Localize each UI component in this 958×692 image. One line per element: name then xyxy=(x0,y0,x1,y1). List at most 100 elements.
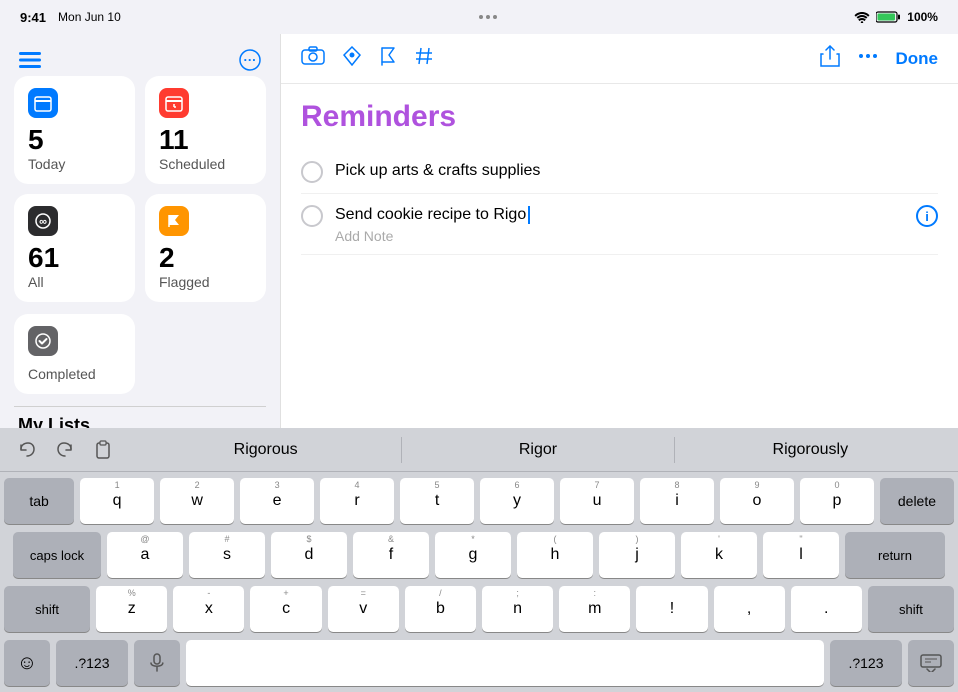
camera-icon[interactable] xyxy=(301,46,325,72)
svg-text:∞: ∞ xyxy=(39,216,47,228)
key-j-num: ) xyxy=(636,534,639,544)
hide-keyboard-key[interactable] xyxy=(908,640,954,686)
smart-list-today[interactable]: 10 5 Today xyxy=(14,76,135,184)
sidebar-toggle-button[interactable] xyxy=(14,44,46,76)
smart-list-flagged[interactable]: 2 Flagged xyxy=(145,194,266,302)
key-i-num: 8 xyxy=(674,480,679,490)
flagged-label: Flagged xyxy=(159,274,252,290)
status-time: 9:41 xyxy=(20,10,46,25)
reminder-checkbox-1[interactable] xyxy=(301,161,323,183)
key-r[interactable]: 4r xyxy=(320,478,394,524)
key-b-num: / xyxy=(439,588,442,598)
key-h[interactable]: (h xyxy=(517,532,593,578)
autocomplete-bar: Rigorous Rigor Rigorously xyxy=(0,428,958,472)
key-u-num: 7 xyxy=(595,480,600,490)
key-m[interactable]: :m xyxy=(559,586,630,632)
key-d[interactable]: $d xyxy=(271,532,347,578)
key-comma[interactable]: , xyxy=(714,586,785,632)
key-o[interactable]: 9o xyxy=(720,478,794,524)
suggestion-1[interactable]: Rigor xyxy=(402,437,674,463)
key-p[interactable]: 0p xyxy=(800,478,874,524)
smart-list-scheduled[interactable]: 11 Scheduled xyxy=(145,76,266,184)
key-b[interactable]: /b xyxy=(405,586,476,632)
key-y-num: 6 xyxy=(515,480,520,490)
key-s[interactable]: #s xyxy=(189,532,265,578)
redo-button[interactable] xyxy=(50,435,80,465)
numbers-key-right[interactable]: .?123 xyxy=(830,640,902,686)
key-exclaim[interactable]: ! xyxy=(636,586,707,632)
key-a[interactable]: @a xyxy=(107,532,183,578)
key-c-num: + xyxy=(283,588,288,598)
key-c[interactable]: +c xyxy=(250,586,321,632)
reminders-title: Reminders xyxy=(301,100,938,134)
suggestion-2[interactable]: Rigorously xyxy=(675,437,946,463)
suggestion-0[interactable]: Rigorous xyxy=(130,437,402,463)
undo-button[interactable] xyxy=(12,435,42,465)
key-f[interactable]: &f xyxy=(353,532,429,578)
key-e[interactable]: 3e xyxy=(240,478,314,524)
key-period[interactable]: . xyxy=(791,586,862,632)
key-a-num: @ xyxy=(140,534,149,544)
key-v-num: = xyxy=(361,588,366,598)
key-i[interactable]: 8i xyxy=(640,478,714,524)
capslock-key[interactable]: caps lock xyxy=(13,532,101,578)
sidebar-more-button[interactable]: ··· xyxy=(234,44,266,76)
status-dots xyxy=(479,15,497,19)
flag-icon[interactable] xyxy=(379,46,397,72)
reminder-item-1[interactable]: Pick up arts & crafts supplies xyxy=(301,150,938,194)
delete-key[interactable]: delete xyxy=(880,478,954,524)
key-v[interactable]: =v xyxy=(328,586,399,632)
key-t[interactable]: 5t xyxy=(400,478,474,524)
all-label: All xyxy=(28,274,121,290)
wifi-icon xyxy=(854,11,870,23)
key-m-num: : xyxy=(593,588,596,598)
autocomplete-actions xyxy=(12,435,118,465)
reminder-item-2[interactable]: Send cookie recipe to Rigo Add Note i xyxy=(301,194,938,255)
status-bar: 9:41 Mon Jun 10 100% xyxy=(0,0,958,34)
right-shift-key[interactable]: shift xyxy=(868,586,954,632)
reminder-info-button-2[interactable]: i xyxy=(916,205,938,227)
reminder-checkbox-2[interactable] xyxy=(301,205,323,227)
keyboard-area: Rigorous Rigor Rigorously tab 1q 2w 3e 4… xyxy=(0,428,958,692)
key-n[interactable]: ;n xyxy=(482,586,553,632)
return-key[interactable]: return xyxy=(845,532,945,578)
key-w-num: 2 xyxy=(195,480,200,490)
tab-key[interactable]: tab xyxy=(4,478,74,524)
key-l[interactable]: "l xyxy=(763,532,839,578)
svg-text:10: 10 xyxy=(39,103,48,112)
space-key[interactable] xyxy=(186,640,824,686)
numbers-key-left[interactable]: .?123 xyxy=(56,640,128,686)
autocomplete-suggestions: Rigorous Rigor Rigorously xyxy=(130,437,946,463)
reminder-text-1: Pick up arts & crafts supplies xyxy=(335,160,938,182)
key-q[interactable]: 1q xyxy=(80,478,154,524)
share-icon[interactable] xyxy=(820,45,840,73)
hashtag-icon[interactable] xyxy=(415,47,433,71)
mic-key[interactable] xyxy=(134,640,180,686)
reminder-note-2[interactable]: Add Note xyxy=(335,228,904,244)
paste-button[interactable] xyxy=(88,435,118,465)
key-s-num: # xyxy=(224,534,229,544)
key-k[interactable]: 'k xyxy=(681,532,757,578)
key-y[interactable]: 6y xyxy=(480,478,554,524)
done-button[interactable]: Done xyxy=(896,49,939,69)
key-w[interactable]: 2w xyxy=(160,478,234,524)
more-icon[interactable] xyxy=(856,44,880,74)
smart-list-completed[interactable]: Completed xyxy=(14,314,135,394)
all-icon: ∞ xyxy=(28,206,58,236)
scheduled-label: Scheduled xyxy=(159,156,252,172)
location-icon[interactable] xyxy=(343,46,361,72)
key-g[interactable]: *g xyxy=(435,532,511,578)
key-j[interactable]: )j xyxy=(599,532,675,578)
smart-list-all[interactable]: ∞ 61 All xyxy=(14,194,135,302)
key-u[interactable]: 7u xyxy=(560,478,634,524)
toolbar-left xyxy=(301,46,433,72)
key-p-num: 0 xyxy=(834,480,839,490)
key-z[interactable]: %z xyxy=(96,586,167,632)
key-x[interactable]: -x xyxy=(173,586,244,632)
emoji-key[interactable]: ☺ xyxy=(4,640,50,686)
main-toolbar: Done xyxy=(281,34,958,84)
reminder-text-2: Send cookie recipe to Rigo xyxy=(335,204,526,226)
sidebar-header: ··· xyxy=(14,44,266,76)
key-f-num: & xyxy=(388,534,394,544)
left-shift-key[interactable]: shift xyxy=(4,586,90,632)
